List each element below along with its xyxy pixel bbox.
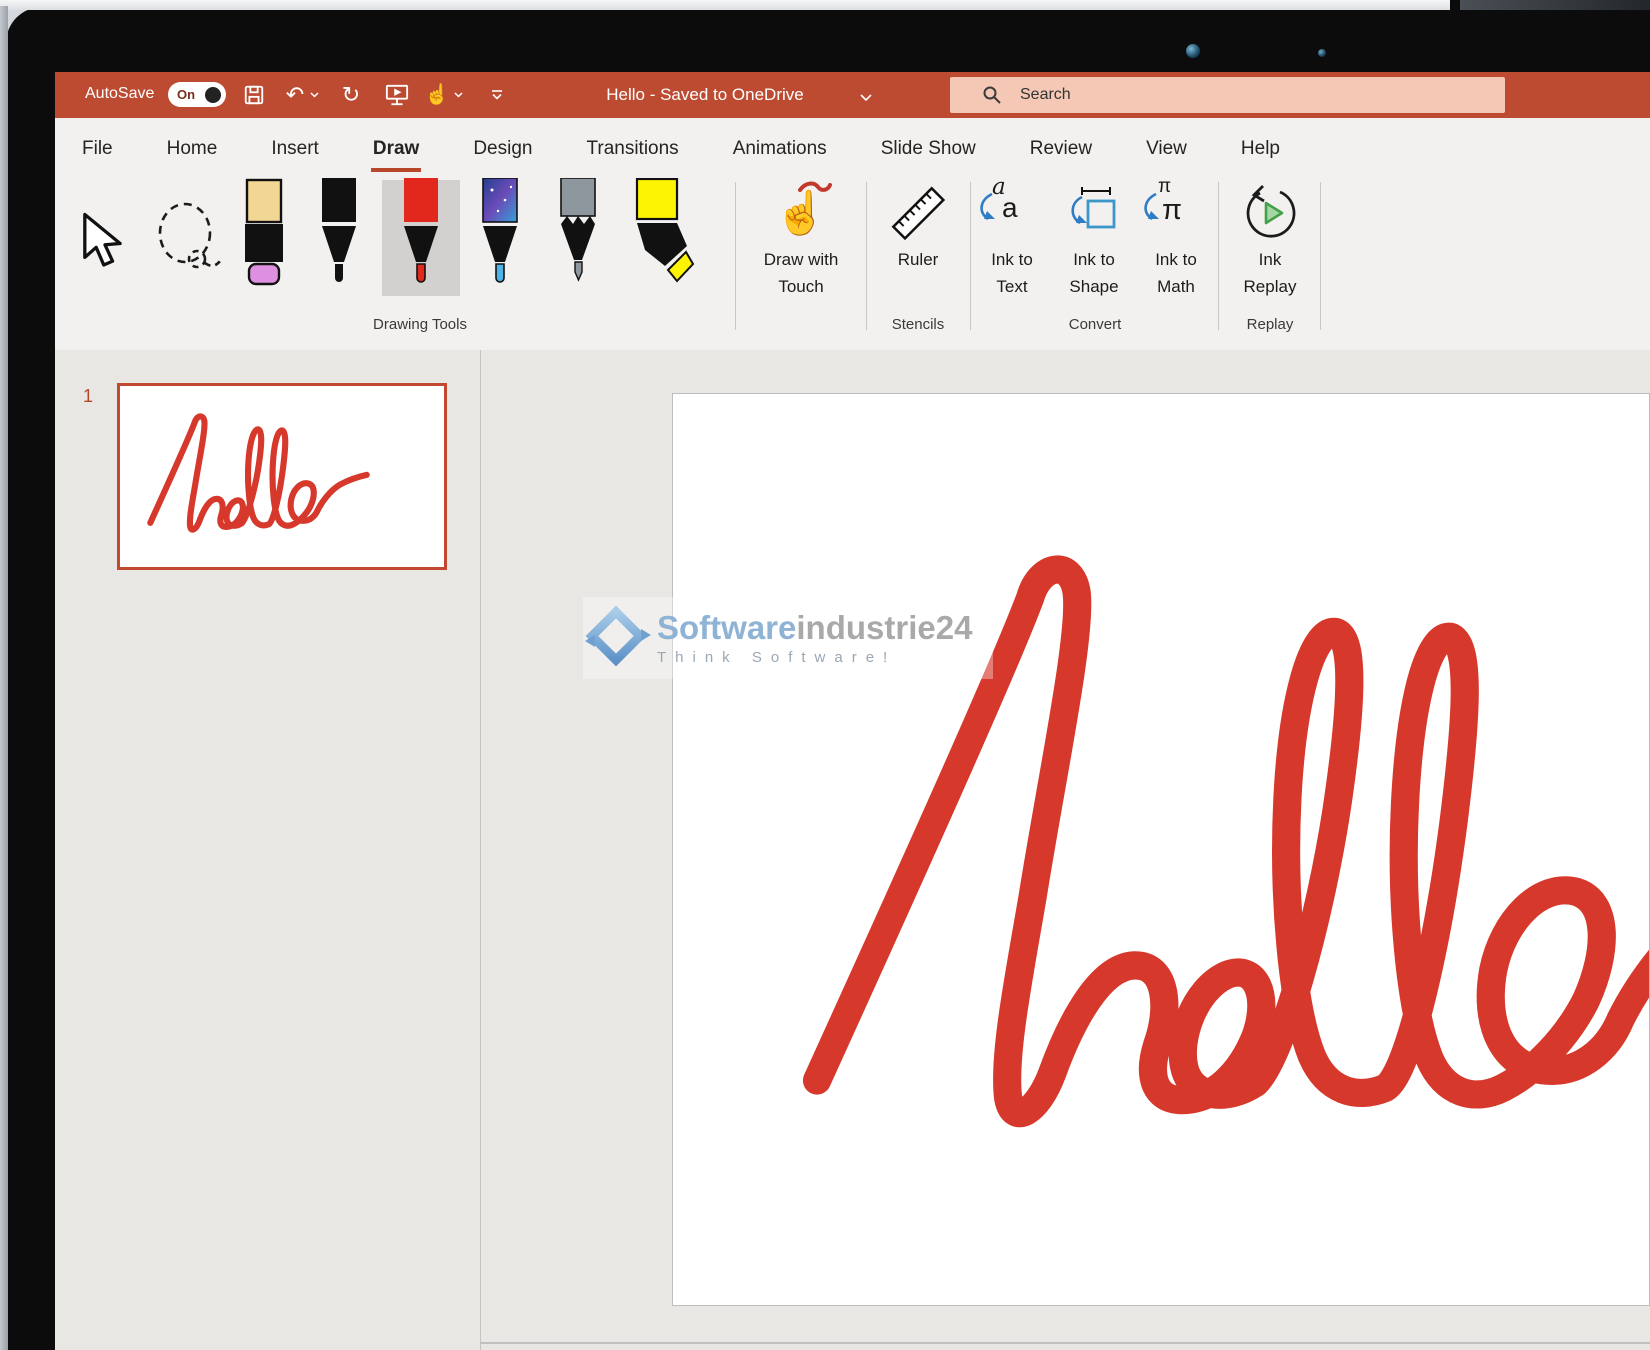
text-letter-icon: a [1002,192,1018,224]
redo-button[interactable]: ↻ [337,81,365,109]
tab-animations[interactable]: Animations [731,138,829,172]
document-title[interactable]: Hello - Saved to OneDrive [515,72,895,118]
undo-dropdown-chevron[interactable] [307,81,321,109]
touch-hand-icon: ☝ [425,85,450,105]
chevron-down-icon [454,92,463,98]
ink-to-text-button[interactable]: a a Ink to Text [972,180,1052,300]
touch-mode-chevron[interactable] [451,81,465,109]
pen-galaxy-icon [478,178,522,290]
tab-view[interactable]: View [1144,138,1189,172]
convert-arrow-icon [974,192,1000,226]
pencil-icon [556,178,600,290]
redo-icon: ↻ [342,84,360,106]
autosave-toggle[interactable]: On [168,82,226,107]
webcam-icon [1186,44,1200,58]
chevron-down-icon [310,92,319,98]
slide-thumbnail-ink [140,408,426,556]
tab-draw[interactable]: Draw [371,138,421,172]
tab-transitions[interactable]: Transitions [584,138,680,172]
watermark-brand-secondary: industrie24 [796,609,972,646]
app-window: AutoSave On ↶ ↻ [55,72,1650,1350]
ink-to-shape-button[interactable]: Ink to Shape [1054,180,1134,300]
ruler-icon [887,182,949,244]
save-button[interactable] [240,81,268,109]
group-label-stencils: Stencils [868,316,968,333]
ink-squiggle-icon [798,180,832,196]
search-input[interactable] [1018,85,1442,105]
laptop-left-edge [0,6,8,1350]
group-label-convert: Convert [972,316,1218,333]
tab-review[interactable]: Review [1028,138,1094,172]
group-divider [735,182,736,330]
tab-help[interactable]: Help [1239,138,1282,172]
laptop-top-edge [0,0,1458,10]
eraser-tool[interactable] [243,178,285,291]
autosave-label: AutoSave [85,85,154,103]
watermark-brand-primary: Software [657,609,796,646]
pen-red-icon [399,178,443,290]
toggle-knob-icon [205,87,221,103]
pen-black-icon [317,178,361,290]
tab-slide-show[interactable]: Slide Show [879,138,978,172]
tab-insert[interactable]: Insert [269,138,321,172]
tab-file[interactable]: File [80,138,115,172]
ribbon-options-button[interactable] [483,81,511,109]
touch-hand-icon: ☝ [775,192,827,234]
slide-thumbnail[interactable] [117,383,447,570]
title-bar: AutoSave On ↶ ↻ [55,72,1650,118]
pen-galaxy-tool[interactable] [478,178,522,295]
group-divider [1218,182,1219,330]
title-dropdown-chevron[interactable] [860,89,872,107]
tab-home[interactable]: Home [165,138,220,172]
group-divider [866,182,867,330]
ruler-button[interactable]: Ruler [868,180,968,273]
slide-number: 1 [83,386,93,407]
select-tool[interactable] [78,212,132,275]
webcam-led-icon [1318,49,1326,57]
ribbon-collapse-icon [489,88,505,102]
shape-square-icon [1066,185,1122,241]
undo-icon: ↶ [286,84,304,106]
slideshow-icon [385,83,409,107]
status-bar-edge [480,1342,1650,1344]
cursor-arrow-icon [78,212,132,270]
watermark-tagline: Think Software! [657,649,972,666]
panel-divider [480,350,481,1350]
ink-replay-button[interactable]: Ink Replay [1223,180,1317,300]
eraser-icon [243,178,285,286]
watermark-logo-icon [583,603,653,673]
convert-arrow-icon [1138,192,1164,226]
group-divider [1320,182,1321,330]
search-box[interactable] [950,77,1505,113]
watermark: Softwareindustrie24 Think Software! [583,597,993,679]
ink-to-math-button[interactable]: π π Ink to Math [1136,180,1216,300]
save-icon [243,84,265,106]
pi-big-icon: π [1162,194,1182,227]
draw-with-touch-button[interactable]: ☝ Draw with Touch [740,180,862,300]
group-divider [970,182,971,330]
ink-replay-icon [1242,185,1298,241]
lasso-icon [155,200,221,276]
ribbon-tab-row: File Home Insert Draw Design Transitions… [55,118,1650,172]
highlighter-tool[interactable] [635,178,695,295]
pen-red-tool[interactable] [399,178,443,295]
group-label-replay: Replay [1223,316,1317,333]
search-icon [982,85,1002,105]
group-label-drawing-tools: Drawing Tools [335,316,505,333]
lasso-select-tool[interactable] [155,200,221,281]
laptop-top-edge-shadow [1458,0,1650,10]
autosave-state: On [177,87,195,102]
chevron-down-icon [860,94,872,102]
ribbon: Drawing Tools ☝ Draw with Touch [55,172,1650,351]
laptop-hinge-notch [1450,0,1460,10]
slide-canvas[interactable] [672,393,1650,1306]
pencil-tool[interactable] [556,178,600,295]
undo-button[interactable]: ↶ [281,81,309,109]
start-slideshow-button[interactable] [383,81,411,109]
pen-black-tool[interactable] [317,178,361,295]
highlighter-icon [635,178,695,290]
tab-design[interactable]: Design [471,138,534,172]
touch-mode-button[interactable]: ☝ [423,81,451,109]
